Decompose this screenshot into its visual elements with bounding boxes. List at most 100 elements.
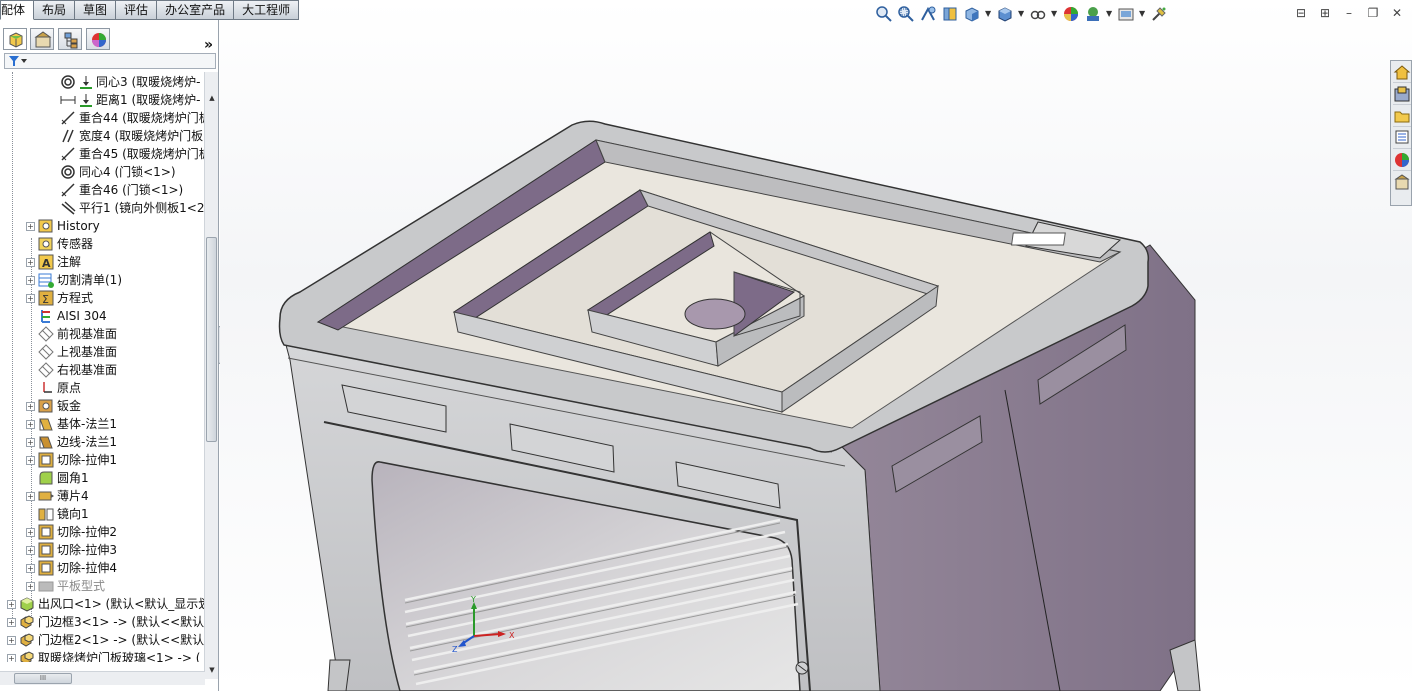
- expand-toggle-icon[interactable]: +: [26, 491, 35, 501]
- feature-item[interactable]: + 平板型式: [26, 577, 105, 595]
- concentric-mate-icon: [60, 74, 76, 90]
- tab-sketch[interactable]: 草图: [75, 0, 117, 20]
- tree-item-label: 基体-法兰1: [57, 417, 117, 431]
- component-item[interactable]: + 门边框3<1> -> (默认<<默认: [7, 613, 204, 631]
- mate-item[interactable]: 同心3 (取暖烧烤炉-: [48, 73, 200, 91]
- oven-3d-model[interactable]: [220, 0, 1412, 691]
- expand-toggle-icon[interactable]: +: [26, 275, 35, 285]
- expand-toggle-icon[interactable]: +: [26, 221, 35, 231]
- graphics-viewport[interactable]: ▼ ▼ ▼ ▼ ▼ ⊟ ⊞ – ❐ ✕ Y X Z: [220, 0, 1412, 691]
- history-icon: [38, 218, 54, 234]
- tree-item-label: 边线-法兰1: [57, 435, 117, 449]
- tree-item-label: 前视基准面: [57, 327, 118, 341]
- property-manager-tab[interactable]: [30, 28, 54, 50]
- tree-item-label: 宽度4 (取暖烧烤炉门板: [79, 129, 204, 143]
- feature-item[interactable]: + History: [26, 217, 100, 235]
- display-manager-icon: [92, 33, 106, 47]
- component-item[interactable]: + 出风口<1> (默认<默认_显示划: [7, 595, 205, 613]
- feature-item[interactable]: 圆角1: [26, 469, 89, 487]
- mate-item[interactable]: 距离1 (取暖烧烤炉-: [48, 91, 200, 109]
- tree-item-label: 镜向1: [57, 507, 89, 521]
- feature-item[interactable]: 原点: [26, 379, 81, 397]
- configuration-manager-tab[interactable]: [58, 28, 82, 50]
- axis-triad: Y X Z: [452, 596, 515, 654]
- expand-toggle-icon[interactable]: +: [26, 401, 35, 411]
- expand-toggle-icon[interactable]: +: [26, 455, 35, 465]
- feature-item[interactable]: + 边线-法兰1: [26, 433, 117, 451]
- expand-toggle-icon[interactable]: +: [26, 419, 35, 429]
- base-flange-icon: [38, 416, 54, 432]
- subassembly-icon: [19, 632, 35, 648]
- expand-toggle-icon[interactable]: +: [7, 653, 16, 662]
- feature-item[interactable]: 前视基准面: [26, 325, 117, 343]
- triad-y-label: Y: [470, 596, 476, 604]
- feature-item[interactable]: AISI 304: [26, 307, 107, 325]
- feature-item[interactable]: + 切割清单(1): [26, 271, 122, 289]
- scroll-down-arrow-icon[interactable]: ▼: [207, 666, 217, 674]
- feature-item[interactable]: + A 注解: [26, 253, 81, 271]
- component-item[interactable]: + 取暖烧烤炉门板玻璃<1> -> (: [7, 649, 200, 662]
- mate-item[interactable]: 重合44 (取暖烧烤炉门板: [48, 109, 205, 127]
- filter-icon: [9, 56, 27, 66]
- tab-icon: [38, 488, 54, 504]
- expand-toggle-icon[interactable]: +: [26, 437, 35, 447]
- feature-item[interactable]: + 切除-拉伸3: [26, 541, 117, 559]
- tab-big-engineer[interactable]: 大工程师: [234, 0, 300, 20]
- scroll-up-arrow-icon[interactable]: ▲: [207, 94, 217, 102]
- feature-item[interactable]: + 钣金: [26, 397, 81, 415]
- origin-icon: [38, 380, 54, 396]
- feature-manager-tab[interactable]: [3, 28, 27, 50]
- triad-z-label: Z: [452, 645, 458, 654]
- feature-manager-panel: » 同心3 (取暖烧烤炉- 距离1 (取暖烧烤炉- 重合44 (取暖烧烤炉门板宽度4…: [0, 20, 219, 691]
- expand-toggle-icon[interactable]: +: [7, 617, 16, 627]
- mate-item[interactable]: 重合45 (取暖烧烤炉门板: [48, 145, 205, 163]
- expand-toggle-icon[interactable]: +: [26, 563, 35, 573]
- tab-layout[interactable]: 布局: [34, 0, 76, 20]
- feature-item[interactable]: + 切除-拉伸2: [26, 523, 117, 541]
- feature-item[interactable]: + Σ 方程式: [26, 289, 93, 307]
- coincident-mate-icon: [60, 182, 76, 198]
- mate-item[interactable]: 平行1 (镜向外侧板1<2: [48, 199, 204, 217]
- mate-item[interactable]: 宽度4 (取暖烧烤炉门板: [48, 127, 203, 145]
- feature-item[interactable]: + 切除-拉伸4: [26, 559, 117, 577]
- component-item[interactable]: + 门边框2<1> -> (默认<<默认: [7, 631, 204, 649]
- tree-item-label: 上视基准面: [57, 345, 118, 359]
- expand-toggle-icon[interactable]: +: [26, 545, 35, 555]
- tree-item-label: AISI 304: [57, 309, 107, 323]
- fillet-icon: [38, 470, 54, 486]
- feature-item[interactable]: + 基体-法兰1: [26, 415, 117, 433]
- scroll-thumb[interactable]: [206, 237, 217, 442]
- tree-item-label: 切除-拉伸3: [57, 543, 117, 557]
- tree-horizontal-scrollbar[interactable]: III: [0, 671, 205, 685]
- expand-toggle-icon[interactable]: +: [7, 635, 16, 645]
- expand-toggle-icon[interactable]: +: [26, 527, 35, 537]
- expand-toggle-icon[interactable]: +: [26, 257, 35, 267]
- feature-item[interactable]: + 切除-拉伸1: [26, 451, 117, 469]
- feature-item[interactable]: 传感器: [26, 235, 93, 253]
- feature-item[interactable]: 右视基准面: [26, 361, 117, 379]
- tree-filter-bar[interactable]: [4, 53, 216, 69]
- horizontal-scroll-thumb[interactable]: III: [14, 673, 72, 684]
- feature-item[interactable]: 上视基准面: [26, 343, 117, 361]
- tab-office-products[interactable]: 办公室产品: [157, 0, 235, 20]
- cut-extrude-icon: [38, 560, 54, 576]
- tab-evaluate[interactable]: 评估: [116, 0, 158, 20]
- expand-toggle-icon[interactable]: +: [26, 293, 35, 303]
- concentric-mate-icon: [60, 164, 76, 180]
- feature-item[interactable]: 镜向1: [26, 505, 89, 523]
- edge-flange-icon: [38, 434, 54, 450]
- mate-item[interactable]: 重合46 (门锁<1>): [48, 181, 183, 199]
- tree-item-label: 同心3 (取暖烧烤炉-: [96, 75, 201, 89]
- tree-vertical-scrollbar[interactable]: ▲ ▼: [204, 72, 218, 679]
- coincident-mate-icon: [60, 110, 76, 126]
- feature-item[interactable]: + 薄片4: [26, 487, 89, 505]
- feature-tree: 同心3 (取暖烧烤炉- 距离1 (取暖烧烤炉- 重合44 (取暖烧烤炉门板宽度4 (…: [0, 72, 205, 662]
- tree-item-label: 平板型式: [57, 579, 106, 593]
- command-manager-tabs: 配体 布局 草图 评估 办公室产品 大工程师: [0, 0, 300, 20]
- panel-more-button[interactable]: »: [204, 37, 213, 53]
- display-manager-tab[interactable]: [86, 28, 110, 50]
- expand-toggle-icon[interactable]: +: [7, 599, 16, 609]
- expand-toggle-icon[interactable]: +: [26, 581, 35, 591]
- tab-assembly[interactable]: 配体: [0, 0, 35, 20]
- mate-item[interactable]: 同心4 (门锁<1>): [48, 163, 176, 181]
